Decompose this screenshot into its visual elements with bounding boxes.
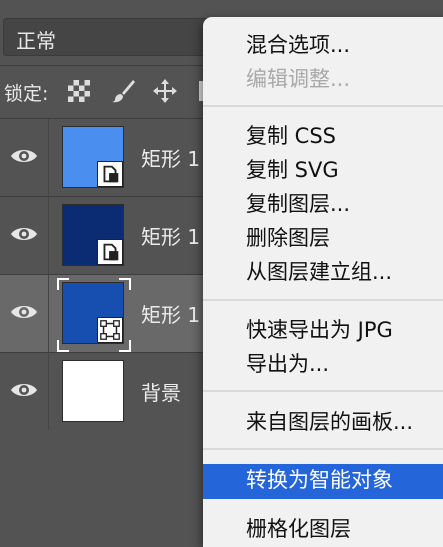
visibility-eye-icon[interactable]	[10, 379, 38, 401]
divider	[48, 353, 49, 430]
layer-thumbnail	[62, 360, 124, 422]
lock-label: 锁定:	[4, 83, 49, 105]
menu-item-rasterize-layer[interactable]: 栅格化图层	[203, 513, 443, 546]
vector-mask-badge-icon	[97, 317, 123, 343]
lock-transparent-pixels-icon[interactable]	[66, 78, 92, 104]
context-menu: 混合选项... 编辑调整... 复制 CSS 复制 SVG 复制图层... 删除…	[203, 17, 443, 547]
selection-corner	[57, 340, 69, 352]
layer-name: 背景	[141, 381, 181, 405]
layer-name: 矩形 1	[141, 225, 201, 249]
visibility-eye-icon[interactable]	[10, 145, 38, 167]
divider	[48, 275, 49, 352]
blend-mode-value: 正常	[16, 29, 56, 53]
selection-corner	[57, 278, 69, 290]
layer-name: 矩形 1	[141, 303, 201, 327]
menu-separator	[203, 448, 443, 450]
menu-separator	[203, 105, 443, 107]
menu-item-copy-svg[interactable]: 复制 SVG	[203, 154, 443, 187]
shape-layer-badge-icon	[97, 161, 123, 187]
divider	[48, 119, 49, 196]
selection-corner	[119, 278, 131, 290]
menu-item-quick-export-jpg[interactable]: 快速导出为 JPG	[203, 314, 443, 347]
layer-name: 矩形 1	[141, 147, 201, 171]
menu-item-duplicate-layer[interactable]: 复制图层...	[203, 188, 443, 221]
lock-image-pixels-brush-icon[interactable]	[110, 78, 136, 104]
menu-item-artboard-from-layers[interactable]: 来自图层的画板...	[203, 406, 443, 439]
menu-item-delete-layer[interactable]: 删除图层	[203, 222, 443, 255]
visibility-eye-icon[interactable]	[10, 223, 38, 245]
visibility-eye-icon[interactable]	[10, 301, 38, 323]
menu-item-edit-adjustment: 编辑调整...	[246, 67, 351, 91]
menu-item-blending-options[interactable]: 混合选项...	[203, 29, 443, 62]
menu-item-copy-css[interactable]: 复制 CSS	[203, 120, 443, 153]
shape-layer-badge-icon	[97, 239, 123, 265]
menu-item-convert-to-smart-object[interactable]: 转换为智能对象	[203, 464, 443, 499]
menu-separator	[203, 390, 443, 392]
menu-item-export-as[interactable]: 导出为...	[203, 348, 443, 381]
divider	[48, 197, 49, 274]
menu-separator	[203, 299, 443, 301]
lock-position-move-icon[interactable]	[152, 78, 178, 104]
menu-item-group-from-layers[interactable]: 从图层建立组...	[203, 256, 443, 289]
